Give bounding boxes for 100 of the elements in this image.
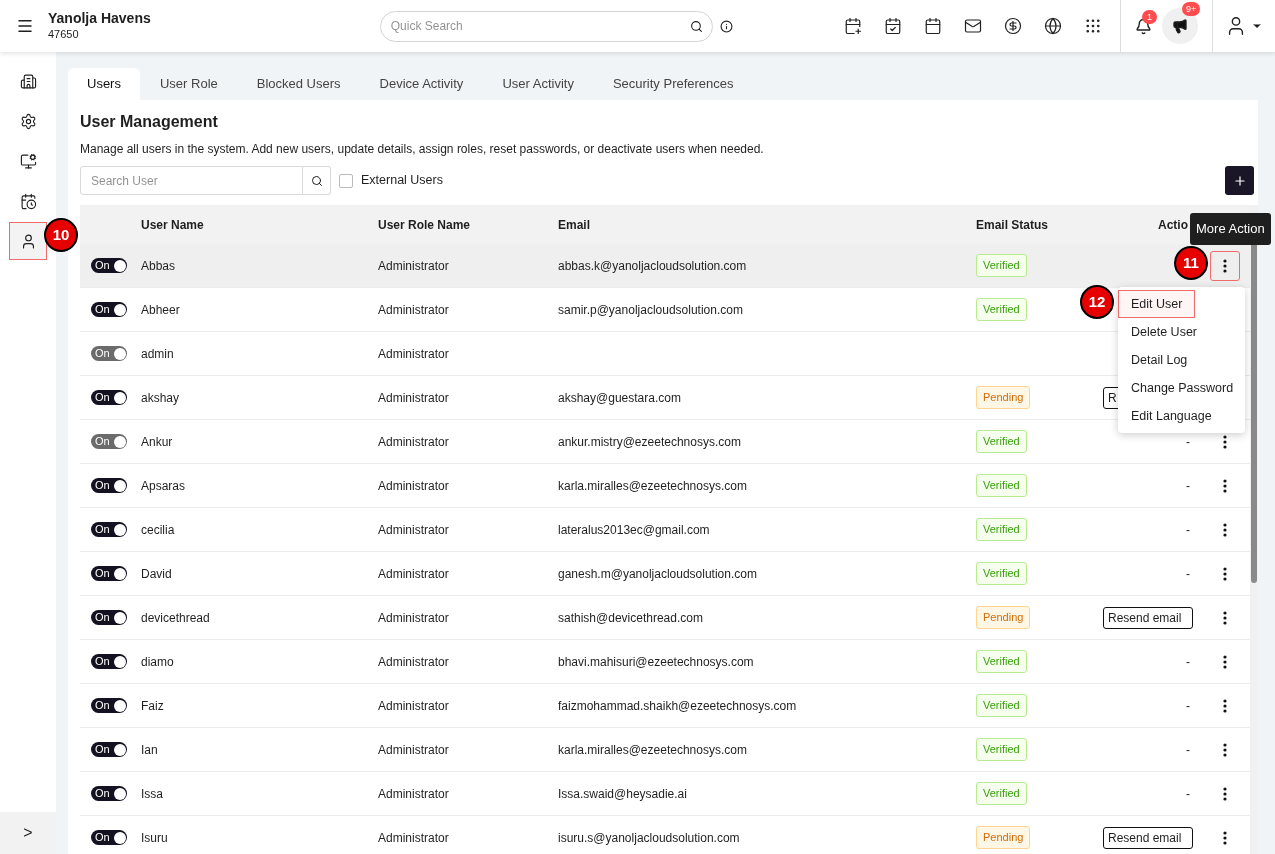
- status-toggle[interactable]: On: [91, 478, 127, 493]
- role-cell-text: Administrator: [378, 565, 450, 583]
- user-name-cell-text: Isuru: [141, 829, 169, 847]
- email-cell: faizmohammad.shaikh@ezeetechnosys.com: [558, 698, 797, 713]
- announcement-button[interactable]: [1162, 8, 1198, 44]
- tab[interactable]: Blocked Users: [237, 68, 360, 100]
- announcement-badge: 9+: [1182, 2, 1201, 16]
- role-cell-text: Administrator: [378, 653, 450, 671]
- role-cell-text: Administrator: [378, 433, 450, 451]
- plus-icon: [1232, 173, 1247, 188]
- more-icon: [1223, 698, 1227, 713]
- status-toggle[interactable]: On: [91, 302, 127, 317]
- role-cell-text: Administrator: [378, 785, 450, 803]
- property-name: Yanolja Havens: [48, 10, 151, 28]
- tooltip: More Action: [1190, 213, 1271, 245]
- status-toggle[interactable]: On: [91, 258, 127, 273]
- status-toggle[interactable]: On: [91, 610, 127, 625]
- column-header: Actio: [1158, 216, 1188, 234]
- more-icon: [1223, 654, 1227, 669]
- resend-email-button[interactable]: Resend email: [1103, 826, 1193, 849]
- resend-email-button[interactable]: Resend email: [1103, 606, 1193, 629]
- user-name-cell-text: Faiz: [141, 697, 165, 715]
- page-title: User Management: [80, 112, 219, 132]
- role-cell-text: Administrator: [378, 697, 450, 715]
- mail-icon[interactable]: [964, 17, 982, 35]
- status-toggle[interactable]: On: [91, 698, 127, 713]
- status-toggle[interactable]: On: [91, 786, 127, 801]
- status-toggle[interactable]: On: [91, 654, 127, 669]
- tab[interactable]: Device Activity: [360, 68, 483, 100]
- tab[interactable]: Security Preferences: [593, 68, 753, 100]
- status-tag: Verified: [976, 298, 1027, 321]
- status-tag: Pending: [976, 606, 1031, 629]
- more-icon: [1223, 610, 1227, 625]
- status-tag: Verified: [976, 430, 1027, 453]
- calendar-icon[interactable]: [924, 17, 942, 35]
- email-cell: isuru.s@yanoljacloudsolution.com: [558, 830, 740, 845]
- external-users-checkbox[interactable]: [339, 173, 353, 188]
- tab[interactable]: Users: [68, 68, 140, 100]
- menu-item[interactable]: Change Password: [1118, 374, 1247, 402]
- calendar-plus-icon[interactable]: [844, 17, 862, 35]
- status-toggle[interactable]: On: [91, 566, 127, 581]
- empty-action-cell-text: -: [1186, 697, 1190, 715]
- more-icon: [1223, 566, 1227, 581]
- more-actions-button[interactable]: [1210, 250, 1240, 281]
- email-cell: abbas.k@yanoljacloudsolution.com: [558, 258, 747, 273]
- apps-grid-icon[interactable]: [1084, 17, 1102, 35]
- user-name-cell-text: devicethread: [141, 609, 211, 627]
- email-cell: Issa.swaid@heysadie.ai: [558, 786, 687, 801]
- user-name-cell-text: Abheer: [141, 301, 181, 319]
- status-tag: Verified: [976, 562, 1027, 585]
- user-name-cell-text: Ankur: [141, 433, 174, 451]
- status-toggle[interactable]: On: [91, 742, 127, 757]
- add-user-button[interactable]: [1225, 166, 1254, 195]
- globe-icon[interactable]: [1044, 17, 1062, 35]
- tab[interactable]: User Activity: [483, 68, 593, 100]
- menu-icon[interactable]: [16, 17, 34, 35]
- search-user-button[interactable]: [303, 166, 331, 195]
- role-cell-text: Administrator: [378, 345, 450, 363]
- status-toggle[interactable]: On: [91, 830, 127, 845]
- email-cell: samir.p@yanoljacloudsolution.com: [558, 302, 743, 317]
- calendar-check-icon[interactable]: [884, 17, 902, 35]
- more-icon: [1223, 434, 1227, 449]
- email-cell: karla.miralles@ezeetechnosys.com: [558, 742, 747, 757]
- settings-icon: [19, 112, 37, 130]
- user-name-cell-text: Ian: [141, 741, 159, 759]
- notification-badge: 1: [1142, 9, 1157, 24]
- status-tag: Verified: [976, 650, 1027, 673]
- calendar-icon: [19, 192, 37, 210]
- dollar-icon[interactable]: [1004, 17, 1022, 35]
- page-description: Manage all users in the system. Add new users, update details, assign roles, reset passwords, or deactivate users when needed.: [80, 141, 765, 158]
- email-cell: ganesh.m@yanoljacloudsolution.com: [558, 566, 757, 581]
- menu-item[interactable]: Edit User: [1118, 290, 1196, 318]
- role-cell-text: Administrator: [378, 609, 450, 627]
- search-icon[interactable]: [689, 19, 703, 33]
- status-tag: Verified: [976, 518, 1027, 541]
- menu-item[interactable]: Detail Log: [1118, 346, 1201, 374]
- user-name-cell-text: cecilia: [141, 521, 176, 539]
- quick-search-field[interactable]: Quick Search: [379, 10, 713, 42]
- status-tag: Verified: [976, 474, 1027, 497]
- user-name-cell-text: David: [141, 565, 173, 583]
- status-tag: Verified: [976, 254, 1027, 277]
- status-tag: Pending: [976, 386, 1031, 409]
- email-cell: ankur.mistry@ezeetechnosys.com: [558, 434, 741, 449]
- status-toggle[interactable]: On: [91, 390, 127, 405]
- expand-sidebar-button[interactable]: >: [0, 812, 56, 854]
- user-name-cell-text: admin: [141, 345, 175, 363]
- role-cell-text: Administrator: [378, 301, 450, 319]
- status-toggle[interactable]: On: [91, 522, 127, 537]
- email-cell: akshay@guestara.com: [558, 390, 681, 405]
- empty-action-cell-text: -: [1186, 477, 1190, 495]
- tab[interactable]: User Role: [140, 68, 237, 100]
- user-name-cell-text: akshay: [141, 389, 181, 407]
- search-user-field[interactable]: Search User: [80, 166, 303, 195]
- user-name-cell-text: Abbas: [141, 257, 177, 275]
- info-icon[interactable]: [719, 19, 733, 33]
- sidebar-item[interactable]: [9, 222, 47, 260]
- building-icon: [19, 72, 37, 90]
- user-name-cell-text: diamo: [141, 653, 175, 671]
- monitor-icon: [19, 152, 37, 170]
- email-cell: lateralus2013ec@gmail.com: [558, 522, 710, 537]
